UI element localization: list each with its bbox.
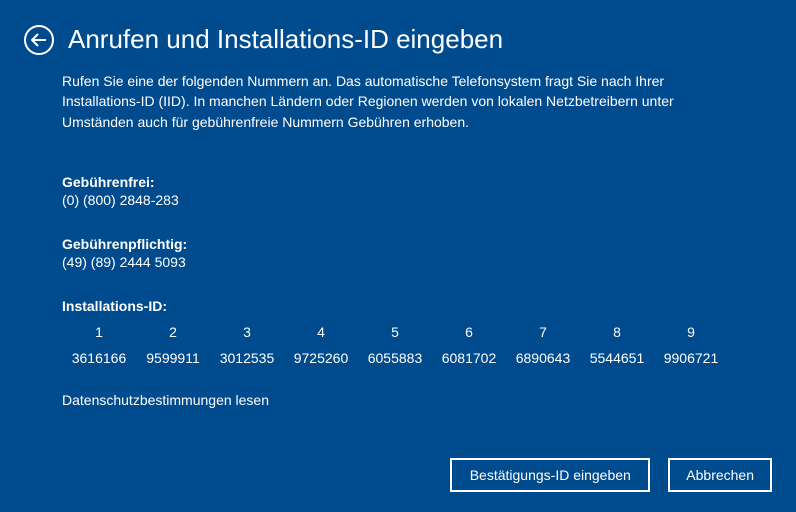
- iid-column-value: 5544651: [580, 350, 654, 366]
- installation-id-section: Installations-ID: 1 36161662 95999113 30125…: [62, 298, 734, 366]
- toll-label: Gebührenpflichtig:: [62, 236, 734, 252]
- iid-column: 4 9725260: [284, 324, 358, 366]
- iid-column-value: 6055883: [358, 350, 432, 366]
- toll-free-section: Gebührenfrei: (0) (800) 2848-283: [62, 174, 734, 208]
- arrow-left-icon: [31, 33, 47, 47]
- installation-id-table: 1 36161662 95999113 30125354 97252605 6055883…: [62, 324, 734, 366]
- iid-column: 2 9599911: [136, 324, 210, 366]
- iid-column-value: 6890643: [506, 350, 580, 366]
- iid-column-index: 7: [506, 324, 580, 340]
- toll-free-number: (0) (800) 2848-283: [62, 192, 734, 208]
- iid-column-index: 5: [358, 324, 432, 340]
- iid-column-value: 6081702: [432, 350, 506, 366]
- iid-column-value: 9725260: [284, 350, 358, 366]
- iid-column-index: 2: [136, 324, 210, 340]
- iid-column-index: 6: [432, 324, 506, 340]
- page-title: Anrufen und Installations-ID eingeben: [68, 24, 503, 55]
- iid-column-value: 9906721: [654, 350, 728, 366]
- iid-column-index: 3: [210, 324, 284, 340]
- back-button[interactable]: [24, 25, 54, 55]
- confirm-id-button[interactable]: Bestätigungs-ID eingeben: [450, 458, 650, 492]
- iid-column-value: 3012535: [210, 350, 284, 366]
- iid-column: 7 6890643: [506, 324, 580, 366]
- installation-id-label: Installations-ID:: [62, 298, 734, 314]
- iid-column-value: 9599911: [136, 350, 210, 366]
- toll-section: Gebührenpflichtig: (49) (89) 2444 5093: [62, 236, 734, 270]
- iid-column: 3 3012535: [210, 324, 284, 366]
- iid-column-index: 8: [580, 324, 654, 340]
- privacy-link[interactable]: Datenschutzbestimmungen lesen: [62, 392, 734, 408]
- iid-column: 6 6081702: [432, 324, 506, 366]
- iid-column: 9 9906721: [654, 324, 728, 366]
- iid-column-value: 3616166: [62, 350, 136, 366]
- toll-number: (49) (89) 2444 5093: [62, 254, 734, 270]
- intro-text: Rufen Sie eine der folgenden Nummern an.…: [62, 71, 734, 132]
- toll-free-label: Gebührenfrei:: [62, 174, 734, 190]
- iid-column-index: 4: [284, 324, 358, 340]
- iid-column-index: 9: [654, 324, 728, 340]
- iid-column: 5 6055883: [358, 324, 432, 366]
- iid-column: 1 3616166: [62, 324, 136, 366]
- iid-column-index: 1: [62, 324, 136, 340]
- cancel-button[interactable]: Abbrechen: [668, 458, 772, 492]
- iid-column: 8 5544651: [580, 324, 654, 366]
